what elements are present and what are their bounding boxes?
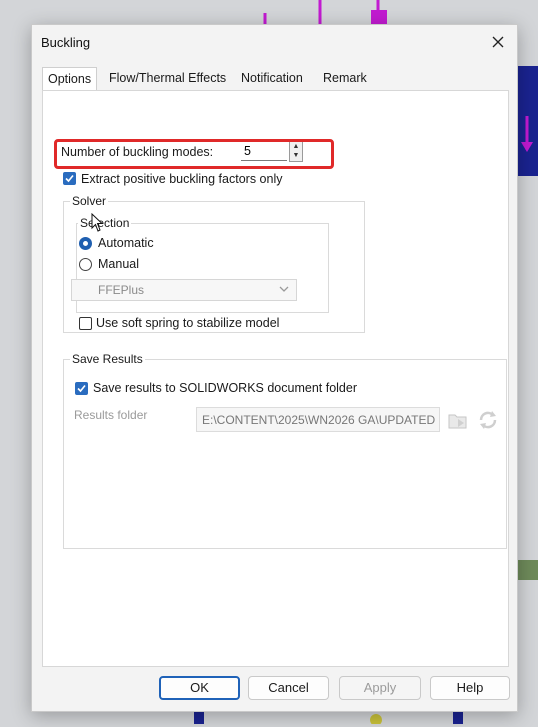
- mouse-cursor-icon: [91, 212, 105, 236]
- cancel-button[interactable]: Cancel: [248, 676, 329, 700]
- save-results-legend: Save Results: [70, 352, 145, 366]
- chevron-down-icon: [279, 286, 289, 292]
- tab-flow-thermal-effects[interactable]: Flow/Thermal Effects: [104, 67, 231, 89]
- extract-positive-checkbox[interactable]: [63, 172, 76, 185]
- tab-notification[interactable]: Notification: [236, 67, 308, 89]
- soft-spring-label: Use soft spring to stabilize model: [96, 316, 280, 330]
- refresh-icon: [479, 411, 497, 429]
- solver-dropdown[interactable]: FFEPlus: [71, 279, 297, 301]
- checkmark-icon: [65, 174, 74, 183]
- extract-positive-label: Extract positive buckling factors only: [81, 172, 283, 186]
- results-folder-field[interactable]: E:\CONTENT\2025\WN2026 GA\UPDATED: [196, 407, 440, 432]
- soft-spring-checkbox[interactable]: [79, 317, 92, 330]
- automatic-radio[interactable]: [79, 237, 92, 250]
- manual-label: Manual: [98, 257, 139, 271]
- title-bar: Buckling: [32, 25, 517, 59]
- save-results-checkbox[interactable]: [75, 382, 88, 395]
- save-results-label: Save results to SOLIDWORKS document fold…: [93, 381, 357, 395]
- checkmark-icon: [77, 384, 86, 393]
- solver-dropdown-value: FFEPlus: [98, 283, 145, 297]
- highlight-box: [54, 139, 334, 169]
- tab-remark[interactable]: Remark: [318, 67, 372, 89]
- solver-legend: Solver: [70, 194, 109, 208]
- close-icon: [492, 36, 504, 48]
- help-button[interactable]: Help: [430, 676, 510, 700]
- buckling-dialog: Buckling Options Flow/Thermal Effects No…: [31, 24, 518, 712]
- tab-options[interactable]: Options: [42, 67, 98, 92]
- refresh-button[interactable]: [476, 408, 500, 432]
- close-button[interactable]: [483, 28, 513, 56]
- browse-folder-button[interactable]: [446, 408, 470, 432]
- apply-button[interactable]: Apply: [339, 676, 421, 700]
- automatic-label: Automatic: [98, 236, 154, 250]
- manual-radio[interactable]: [79, 258, 92, 271]
- folder-open-icon: [448, 414, 467, 429]
- dialog-title: Buckling: [41, 35, 91, 50]
- results-folder-label: Results folder: [74, 408, 148, 422]
- ok-button[interactable]: OK: [159, 676, 240, 700]
- options-panel: Number of buckling modes: ▲ ▼ Extract po…: [42, 90, 509, 667]
